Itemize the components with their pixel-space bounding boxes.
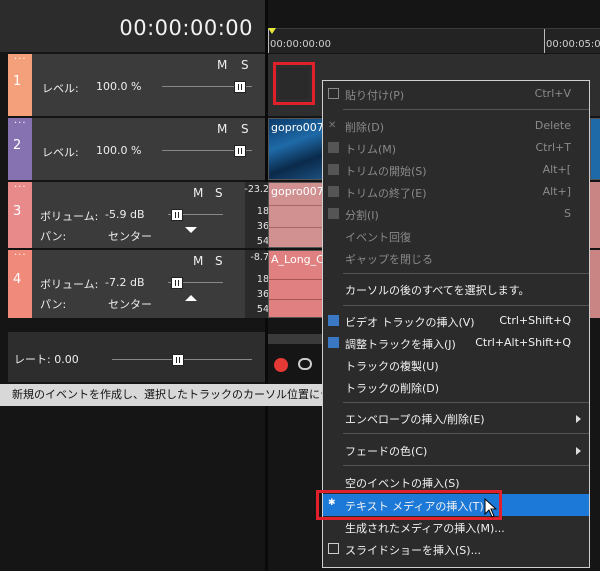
track-4-volume-label: ボリューム: [40,278,99,291]
video-track-icon [328,315,339,326]
track-1-number: 1 [13,74,22,89]
menu-item-delete[interactable]: ✕ 削除(D) Delete [323,115,589,137]
track-4-menu-icon[interactable]: ··· [14,250,27,261]
menu-item-insert-slideshow[interactable]: スライドショーを挿入(S)... [323,538,589,560]
menu-item-event-recovery[interactable]: イベント回復 [323,225,589,247]
track-2-header[interactable]: ··· 2 M S レベル: 100.0 % [8,118,265,182]
track-4-solo-button[interactable]: S [215,254,223,268]
track-2-mute-button[interactable]: M [217,122,227,136]
paste-icon [328,88,339,99]
track-1-mute-button[interactable]: M [217,58,227,72]
video-clip-thumbnail[interactable]: gopro007 [268,118,324,180]
loop-button-icon[interactable] [298,358,312,370]
cursor-marker[interactable] [268,28,276,34]
track-3-pan-label: パン: [40,230,67,243]
menu-item-insert-video-track[interactable]: ビデオ トラックの挿入(V) Ctrl+Shift+Q [323,310,589,332]
status-bar: 新規のイベントを作成し、選択したトラックのカーソル位置にテキスト [0,384,342,406]
submenu-arrow-icon [576,447,581,455]
adjustment-track-icon [328,337,339,348]
menu-item-split[interactable]: 分割(I) S [323,203,589,225]
menu-item-close-gap[interactable]: ギャップを閉じる [323,247,589,269]
track-3-header[interactable]: ··· 3 M S ボリューム: -5.9 dB パン: センター -23.2 … [8,182,273,250]
track-2-level-knob[interactable] [234,145,246,157]
delete-icon: ✕ [328,120,337,131]
video-clip-edge[interactable] [590,118,600,180]
menu-item-trim-end[interactable]: トリムの終了(E) Alt+] [323,181,589,203]
track-2-solo-button[interactable]: S [241,122,249,136]
rate-label: レート: 0.00 [14,353,79,366]
track-4-volume-knob[interactable] [171,277,183,289]
menu-item-select-after-cursor[interactable]: カーソルの後のすべてを選択します。 [323,278,589,300]
track-3-meter-peak: -23.2 [244,184,269,195]
record-button-icon[interactable] [274,358,288,372]
track-1-level-label: レベル: [42,82,79,95]
mouse-cursor-icon [484,498,498,518]
timeline-ruler[interactable]: 00:00:00:00 00:00:05:0 [268,28,600,53]
track-3-volume-value: -5.9 dB [105,208,145,221]
trim-end-icon [328,186,339,197]
split-icon [328,208,339,219]
slideshow-icon [328,543,339,554]
menu-item-delete-track[interactable]: トラックの削除(D) [323,376,589,398]
ruler-start-time: 00:00:00:00 [270,39,332,50]
track-4-pan-value: センター [108,298,152,311]
timecode-display: 00:00:00:00 [119,16,253,40]
track-2-number: 2 [13,138,22,153]
track-3-menu-icon[interactable]: ··· [14,182,27,193]
track-1-solo-button[interactable]: S [241,58,249,72]
rate-panel: レート: 0.00 [8,332,265,382]
menu-item-trim-start[interactable]: トリムの開始(S) Alt+[ [323,159,589,181]
timecode-header: 00:00:00:00 [0,0,265,52]
ruler-end-time: 00:00:05:0 [546,39,600,50]
rate-knob[interactable] [172,354,184,366]
track-4-header[interactable]: ··· 4 M S ボリューム: -7.2 dB パン: センター -8.7 1… [8,250,273,320]
track-4-volume-value: -7.2 dB [105,276,145,289]
highlight-box-lane [273,62,315,105]
video-clip-title: gopro007 [271,121,324,134]
track-3-volume-knob[interactable] [171,209,183,221]
trim-icon [328,142,339,153]
trim-start-icon [328,164,339,175]
track-1-level-knob[interactable] [234,81,246,93]
track-2-menu-icon[interactable]: ··· [14,118,27,129]
track-3-solo-button[interactable]: S [215,186,223,200]
submenu-arrow-icon [576,415,581,423]
track-4-meter-peak: -8.7 [250,252,269,263]
menu-item-envelope[interactable]: エンベロープの挿入/削除(E) [323,407,589,429]
menu-item-duplicate-track[interactable]: トラックの複製(U) [323,354,589,376]
track-1-level-value: 100.0 % [96,80,142,93]
audio-clip-gopro-title: gopro007 [271,185,324,198]
menu-item-insert-adjustment-track[interactable]: 調整トラックを挿入(J) Ctrl+Alt+Shift+Q [323,332,589,354]
audio-clip-gopro[interactable]: gopro007 [268,182,324,248]
track-3-pan-value: センター [108,230,152,243]
track-3-volume-label: ボリューム: [40,210,99,223]
menu-item-fade-color[interactable]: フェードの色(C) [323,439,589,461]
track-2-level-label: レベル: [42,146,79,159]
track-4-pan-label: パン: [40,298,67,311]
audio-clip-long[interactable]: A_Long_C [268,250,324,318]
track-2-level-value: 100.0 % [96,144,142,157]
track-1-menu-icon[interactable]: ··· [14,54,27,65]
audio-clip-long-title: A_Long_C [271,253,324,266]
track-4-pan-slider[interactable] [185,295,197,301]
menu-item-trim[interactable]: トリム(M) Ctrl+T [323,137,589,159]
track-3-pan-slider[interactable] [185,227,197,233]
track-1-header[interactable]: ··· 1 M S レベル: 100.0 % [8,54,265,118]
menu-item-paste[interactable]: 貼り付け(P) Ctrl+V [323,83,589,105]
track-4-mute-button[interactable]: M [193,254,203,268]
track-3-number: 3 [13,204,22,219]
horizontal-scrollbar[interactable] [268,334,324,344]
highlight-box-menu [316,490,502,520]
track-4-number: 4 [13,272,22,287]
track-3-mute-button[interactable]: M [193,186,203,200]
